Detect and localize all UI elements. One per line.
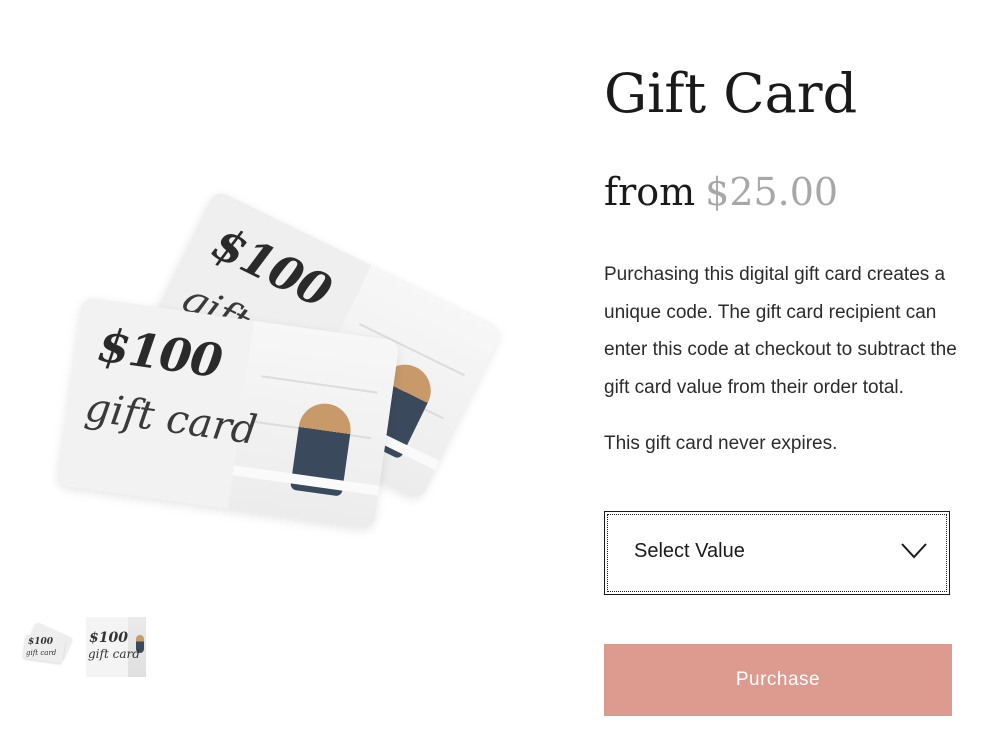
product-description: Purchasing this digital gift card create… <box>604 264 957 398</box>
card-script-text: gift card <box>82 384 260 454</box>
chevron-down-icon <box>901 543 927 559</box>
purchase-button[interactable]: Purchase <box>604 644 952 716</box>
value-select-label: Select Value <box>634 540 745 562</box>
price-row: from $25.00 <box>604 170 838 214</box>
price-prefix: from <box>604 170 696 214</box>
thumbnail-strip: $100 gift card $100 gift card <box>20 617 146 677</box>
thumbnail-1[interactable]: $100 gift card <box>20 617 80 677</box>
card-amount: $100 <box>94 317 225 389</box>
expiry-note: This gift card never expires. <box>604 433 838 454</box>
value-select[interactable]: Select Value <box>604 511 950 595</box>
product-page: $100 gift card $100 gift card $100 gift … <box>0 0 1000 745</box>
product-title: Gift Card <box>604 62 858 125</box>
thumbnail-2[interactable]: $100 gift card <box>86 617 146 677</box>
product-price: $25.00 <box>705 170 839 214</box>
main-product-image[interactable]: $100 gift card $100 gift card <box>40 160 504 540</box>
